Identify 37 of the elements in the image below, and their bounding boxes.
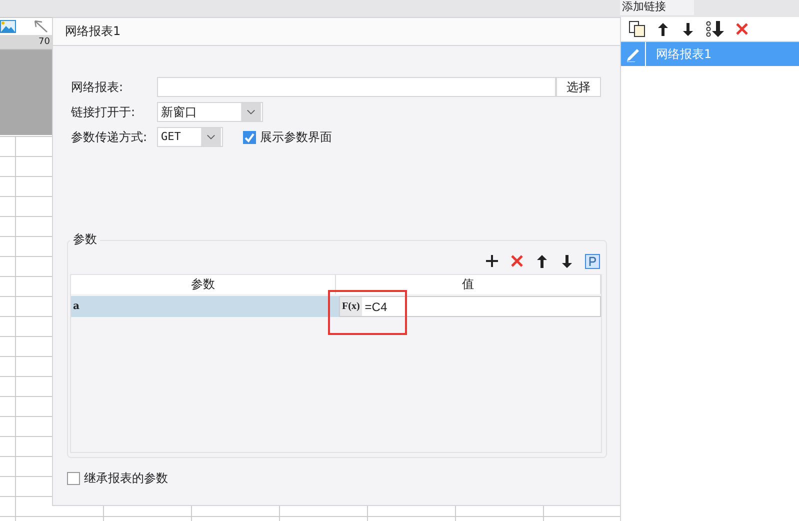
arrow-down-icon[interactable] (681, 22, 695, 36)
pencil-icon[interactable] (625, 46, 641, 62)
column-header[interactable]: 参数 (71, 275, 336, 294)
field-label: 参数传递方式: (71, 128, 148, 146)
delete-icon[interactable] (735, 22, 749, 36)
picture-icon[interactable] (0, 20, 16, 33)
delete-icon[interactable] (510, 254, 524, 268)
dropdown[interactable]: GET (157, 127, 223, 147)
move-bottom-icon[interactable] (706, 21, 724, 37)
pointer-icon[interactable] (34, 20, 48, 33)
column-header[interactable]: 值 (336, 275, 601, 294)
chevron-down-icon[interactable] (240, 103, 262, 121)
ruler-label: 70 (38, 36, 50, 49)
dropdown[interactable]: 新窗口 (157, 102, 263, 122)
parameter-icon[interactable] (585, 254, 600, 268)
table-cell[interactable]: a (71, 296, 339, 317)
checkbox[interactable] (243, 130, 256, 144)
input-field[interactable] (157, 77, 556, 97)
field-label: 链接打开于: (71, 104, 136, 120)
field-label: 网络报表: (71, 78, 124, 96)
panel-tab[interactable]: 添加链接 (620, 0, 694, 15)
plus-icon[interactable] (485, 254, 499, 268)
check-icon (244, 132, 255, 142)
dialog-title: 网络报表1 (65, 23, 121, 40)
copy-icon[interactable] (629, 21, 645, 37)
input-field[interactable]: =C4 (364, 300, 600, 314)
group-title: 参数 (70, 231, 100, 248)
arrow-up-icon[interactable] (535, 254, 549, 268)
arrow-down-icon[interactable] (560, 254, 574, 268)
link-label: 网络报表1 (655, 46, 712, 62)
arrow-up-icon[interactable] (656, 22, 670, 36)
checkbox-label: 继承报表的参数 (84, 470, 168, 487)
checkbox-label: 展示参数界面 (260, 128, 332, 146)
chevron-down-icon[interactable] (200, 128, 222, 146)
formula-button[interactable]: F(x) (340, 297, 362, 316)
checkbox[interactable] (67, 472, 80, 485)
select-button[interactable]: 选择 (556, 77, 601, 97)
